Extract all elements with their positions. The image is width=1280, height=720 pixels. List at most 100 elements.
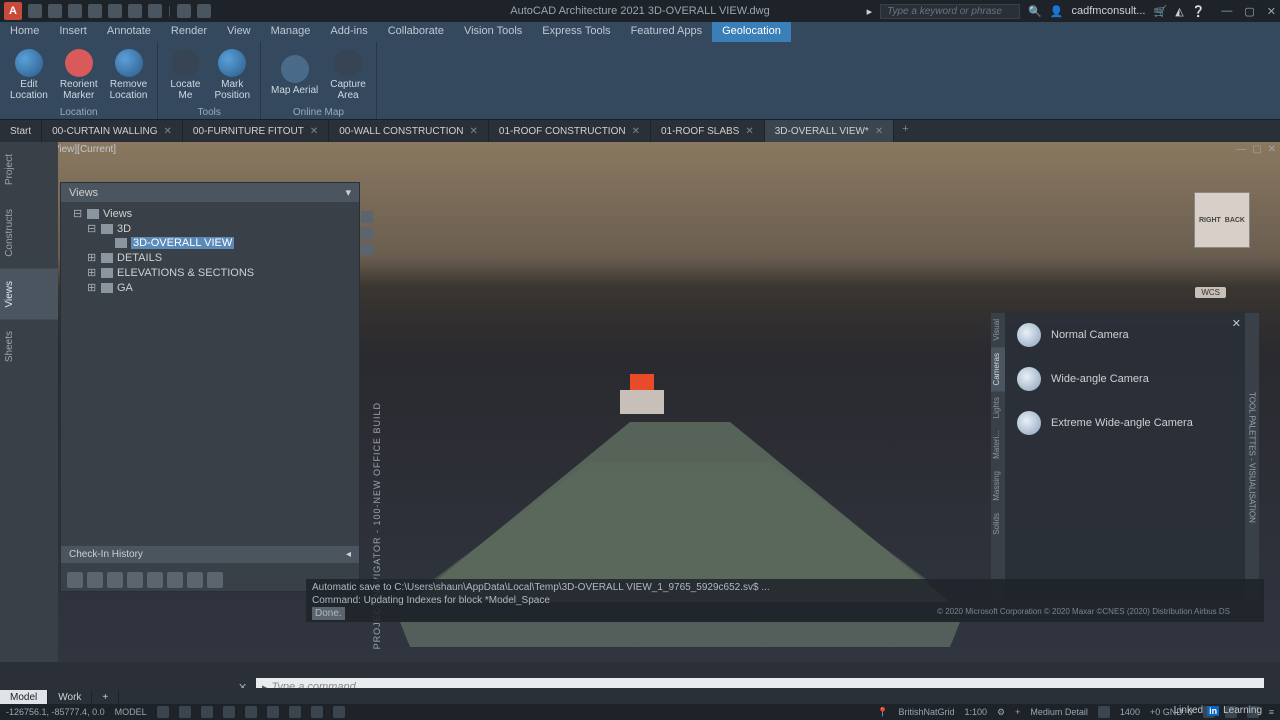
search-input[interactable]: Type a keyword or phrase bbox=[880, 4, 1020, 19]
maximize-button[interactable]: ▢ bbox=[1244, 5, 1254, 18]
tp-tab-lights[interactable]: Lights bbox=[991, 391, 1005, 424]
tree-expand-icon[interactable]: ⊟ bbox=[87, 222, 97, 235]
vt-refresh-icon[interactable] bbox=[107, 572, 123, 588]
detail-label[interactable]: Medium Detail bbox=[1030, 707, 1088, 717]
tp-tab-materi[interactable]: Materi... bbox=[991, 424, 1005, 465]
panel-options-icon[interactable] bbox=[361, 243, 373, 255]
gear-icon[interactable]: ⚙ bbox=[997, 707, 1005, 718]
ribbon-btn-edit-location[interactable]: EditLocation bbox=[6, 44, 52, 106]
cart-icon[interactable]: 🛒 bbox=[1154, 5, 1168, 18]
ribbon-btn-remove-location[interactable]: RemoveLocation bbox=[106, 44, 152, 106]
menu-view[interactable]: View bbox=[217, 22, 261, 42]
menu-insert[interactable]: Insert bbox=[49, 22, 97, 42]
scale-label[interactable]: 1:100 bbox=[965, 707, 988, 717]
doc-tab-00-furniture-fitout[interactable]: 00-FURNITURE FITOUT✕ bbox=[183, 120, 329, 142]
add-layout-button[interactable]: + bbox=[92, 690, 119, 705]
ribbon-btn-reorient-marker[interactable]: ReorientMarker bbox=[56, 44, 102, 106]
transparency-icon[interactable] bbox=[333, 706, 345, 718]
plot-icon[interactable] bbox=[108, 4, 122, 18]
panel-pin-icon[interactable] bbox=[361, 227, 373, 239]
plus-icon[interactable]: + bbox=[1015, 707, 1020, 717]
tree-node-ga[interactable]: ⊞GA bbox=[69, 280, 351, 295]
tree-node-3d[interactable]: ⊟3D bbox=[69, 221, 351, 236]
tool-palette-close-icon[interactable]: ✕ bbox=[1232, 317, 1241, 330]
user-icon[interactable]: 👤 bbox=[1050, 5, 1064, 18]
camera-tool-wide-angle-camera[interactable]: Wide-angle Camera bbox=[1005, 357, 1245, 401]
autodesk-icon[interactable]: ◭ bbox=[1175, 5, 1183, 18]
menu-manage[interactable]: Manage bbox=[261, 22, 321, 42]
grid-icon[interactable] bbox=[157, 706, 169, 718]
side-tab-project[interactable]: Project bbox=[0, 142, 58, 197]
tree-node-elevations-sections[interactable]: ⊞ELEVATIONS & SECTIONS bbox=[69, 265, 351, 280]
tree-expand-icon[interactable]: ⊞ bbox=[87, 266, 97, 279]
elev-icon[interactable] bbox=[1098, 706, 1110, 718]
osnap-icon[interactable] bbox=[245, 706, 257, 718]
panel-close-icon[interactable] bbox=[361, 211, 373, 223]
doc-tab-close-icon[interactable]: ✕ bbox=[164, 126, 172, 137]
vp-maximize-icon[interactable]: ▢ bbox=[1252, 144, 1261, 155]
doc-tab-01-roof-construction[interactable]: 01-ROOF CONSTRUCTION✕ bbox=[489, 120, 651, 142]
wcs-badge[interactable]: WCS bbox=[1195, 287, 1226, 298]
side-tab-sheets[interactable]: Sheets bbox=[0, 319, 58, 374]
ribbon-btn-locate-me[interactable]: LocateMe bbox=[164, 44, 206, 106]
ribbon-btn-mark-position[interactable]: MarkPosition bbox=[210, 44, 254, 106]
doc-tab-start[interactable]: Start bbox=[0, 120, 42, 142]
snap-icon[interactable] bbox=[179, 706, 191, 718]
vt-sel-icon[interactable] bbox=[87, 572, 103, 588]
tp-tab-cameras[interactable]: Cameras bbox=[991, 347, 1005, 391]
user-label[interactable]: cadfmconsult... bbox=[1072, 5, 1146, 17]
vt-explorer-icon[interactable] bbox=[207, 572, 223, 588]
menu-home[interactable]: Home bbox=[0, 22, 49, 42]
viewcube-right[interactable]: RIGHT bbox=[1199, 217, 1221, 224]
help-icon[interactable]: ❔ bbox=[1192, 5, 1206, 18]
menu-express-tools[interactable]: Express Tools bbox=[532, 22, 620, 42]
lwt-icon[interactable] bbox=[311, 706, 323, 718]
menu-vision-tools[interactable]: Vision Tools bbox=[454, 22, 532, 42]
minimize-button[interactable]: — bbox=[1221, 5, 1232, 18]
otrack-icon[interactable] bbox=[267, 706, 279, 718]
side-tab-views[interactable]: Views bbox=[0, 269, 58, 320]
doc-tab-01-roof-slabs[interactable]: 01-ROOF SLABS✕ bbox=[651, 120, 765, 142]
geo-system-label[interactable]: BritishNatGrid bbox=[899, 707, 955, 717]
vp-close-icon[interactable]: ✕ bbox=[1268, 144, 1276, 155]
undo-icon[interactable] bbox=[128, 4, 142, 18]
layout-tab-work[interactable]: Work bbox=[48, 690, 92, 705]
redo-icon[interactable] bbox=[148, 4, 162, 18]
doc-tab-close-icon[interactable]: ✕ bbox=[745, 126, 753, 137]
menu-geolocation[interactable]: Geolocation bbox=[712, 22, 791, 42]
save-icon[interactable] bbox=[68, 4, 82, 18]
tp-tab-massing[interactable]: Massing bbox=[991, 465, 1005, 507]
vp-minimize-icon[interactable]: — bbox=[1236, 144, 1246, 155]
doc-tab-3d-overall-view-[interactable]: 3D-OVERALL VIEW*✕ bbox=[765, 120, 895, 142]
menu-render[interactable]: Render bbox=[161, 22, 217, 42]
share-icon[interactable] bbox=[177, 4, 191, 18]
tree-node-3d-overall-view[interactable]: 3D-OVERALL VIEW bbox=[69, 236, 351, 250]
new-icon[interactable] bbox=[28, 4, 42, 18]
ribbon-btn-capture-area[interactable]: CaptureArea bbox=[326, 44, 370, 106]
checkin-history-bar[interactable]: Check-In History ◂ bbox=[61, 546, 359, 563]
polar-icon[interactable] bbox=[223, 706, 235, 718]
views-panel-header[interactable]: Views ▾ bbox=[61, 183, 359, 202]
tp-tab-visual[interactable]: Visual bbox=[991, 313, 1005, 347]
ortho-icon[interactable] bbox=[201, 706, 213, 718]
doc-tab-00-curtain-walling[interactable]: 00-CURTAIN WALLING✕ bbox=[42, 120, 183, 142]
tp-tab-solids[interactable]: Solids bbox=[991, 507, 1005, 541]
views-panel-menu-icon[interactable]: ▾ bbox=[345, 186, 351, 199]
vt-detail-icon[interactable] bbox=[167, 572, 183, 588]
checkin-collapse-icon[interactable]: ◂ bbox=[346, 549, 351, 560]
print-icon[interactable] bbox=[197, 4, 211, 18]
doc-tab-close-icon[interactable]: ✕ bbox=[470, 126, 478, 137]
open-icon[interactable] bbox=[48, 4, 62, 18]
vt-sync-icon[interactable] bbox=[187, 572, 203, 588]
doc-tab-close-icon[interactable]: ✕ bbox=[310, 126, 318, 137]
tree-expand-icon[interactable]: ⊟ bbox=[73, 207, 83, 220]
space-label[interactable]: MODEL bbox=[115, 707, 147, 717]
menu-add-ins[interactable]: Add-ins bbox=[320, 22, 377, 42]
camera-tool-normal-camera[interactable]: Normal Camera bbox=[1005, 313, 1245, 357]
ribbon-btn-map-aerial[interactable]: Map Aerial bbox=[267, 44, 322, 106]
camera-tool-extreme-wide-angle-camera[interactable]: Extreme Wide-angle Camera bbox=[1005, 401, 1245, 445]
side-tab-constructs[interactable]: Constructs bbox=[0, 197, 58, 269]
vt-filter-icon[interactable] bbox=[127, 572, 143, 588]
geo-marker-icon[interactable]: 📍 bbox=[877, 707, 888, 718]
doc-tab-close-icon[interactable]: ✕ bbox=[875, 126, 883, 137]
